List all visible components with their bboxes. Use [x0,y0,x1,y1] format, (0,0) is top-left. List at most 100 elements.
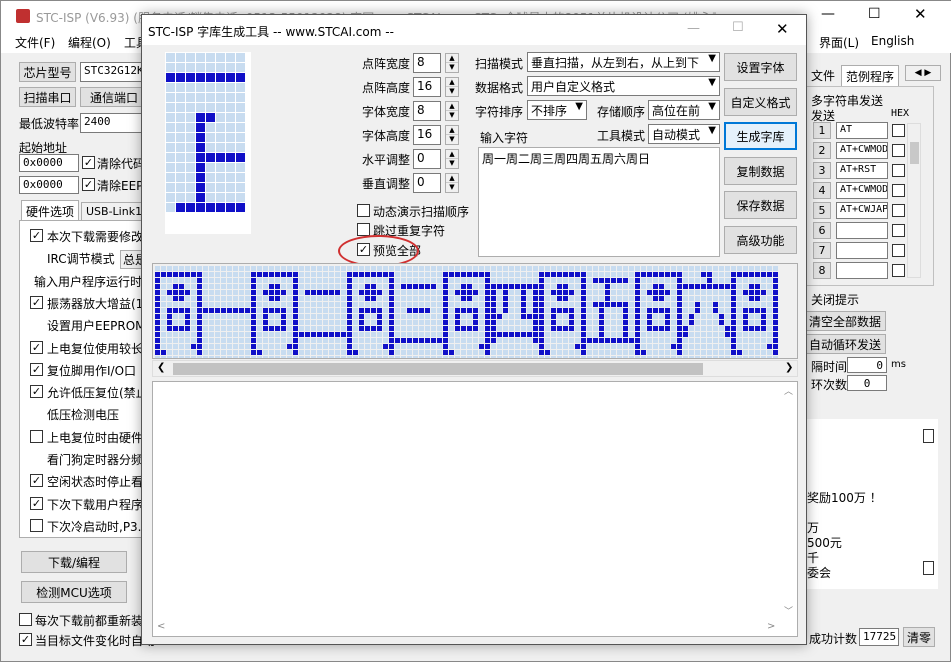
loop-field[interactable]: 0 [847,375,887,391]
scan-mode-select[interactable]: 垂直扫描，从左到右，从上到下 ▼ [527,52,720,72]
serial-send-button[interactable]: 7 [813,242,831,259]
menu-program[interactable]: 编程(O) [68,34,111,51]
serial-scrollbar[interactable] [907,123,921,278]
clear-eeprom-checkbox[interactable]: ✓ [82,178,95,191]
glyph-editor-grid[interactable] [165,52,251,234]
menu-interface[interactable]: 界面(L) [819,34,859,51]
spin-down-icon[interactable]: ▼ [446,159,458,168]
spin-up-icon[interactable]: ▲ [446,150,458,159]
serial-hex-checkbox[interactable] [892,184,905,197]
detect-mcu-button[interactable]: 检测MCU选项 [21,581,127,603]
option-checkbox[interactable]: ✓ [30,474,43,488]
dialog-maximize-button[interactable]: ☐ [732,20,744,35]
scroll-right-icon[interactable]: > [767,621,775,632]
serial-send-button[interactable]: 8 [813,262,831,279]
serial-string-field[interactable]: AT+CWMODE [836,142,888,159]
output-vscrollbar[interactable]: ︿ ﹀ [781,382,797,620]
serial-hex-checkbox[interactable] [892,164,905,177]
scroll-down-icon[interactable]: ﹀ [784,604,793,617]
serial-hex-checkbox[interactable] [892,224,905,237]
scan-port-button[interactable]: 扫描串口 [19,87,76,107]
spin-up-icon[interactable]: ▲ [446,126,458,135]
option-checkbox[interactable]: ✓ [30,362,43,376]
tool-mode-select[interactable]: 自动模式 ▼ [648,124,720,144]
address-field-2[interactable]: 0x0000 [19,176,79,194]
reload-checkbox[interactable] [19,613,32,626]
scroll-right-icon[interactable]: ❯ [785,362,793,373]
tab-scroll-arrows[interactable]: ◀ ▶ [905,65,941,81]
animate-scan-checkbox[interactable] [357,204,370,217]
field-input[interactable]: 0 [413,149,441,169]
tab-hardware[interactable]: 硬件选项 [21,200,80,222]
serial-send-button[interactable]: 3 [813,162,831,179]
spin-down-icon[interactable]: ▼ [446,63,458,72]
serial-send-button[interactable]: 1 [813,122,831,139]
interval-field[interactable]: 0 [847,357,887,373]
option-checkbox[interactable] [30,518,43,532]
main-close-button[interactable]: ✕ [914,5,927,23]
scroll-up-icon[interactable]: ︿ [784,384,793,397]
field-input[interactable]: 16 [413,77,441,97]
spin-down-icon[interactable]: ▼ [446,183,458,192]
copy-data-button[interactable]: 复制数据 [724,157,797,185]
option-checkbox[interactable]: ✓ [30,229,43,242]
scroll-left-icon[interactable]: < [157,621,165,632]
field-spinner[interactable]: ▲ ▼ [445,173,459,193]
chip-model-button[interactable]: 芯片型号 [19,62,76,82]
spin-up-icon[interactable]: ▲ [446,54,458,63]
spin-down-icon[interactable]: ▼ [446,87,458,96]
menu-file[interactable]: 文件(F) [15,34,55,51]
option-checkbox[interactable]: ✓ [30,340,43,354]
serial-hex-checkbox[interactable] [892,204,905,217]
serial-string-field[interactable] [836,222,888,239]
spin-down-icon[interactable]: ▼ [446,111,458,120]
char-sort-select[interactable]: 不排序 ▼ [527,100,587,120]
serial-send-button[interactable]: 6 [813,222,831,239]
field-input[interactable]: 16 [413,125,441,145]
set-font-button[interactable]: 设置字体 [724,53,797,81]
serial-string-field[interactable]: AT [836,122,888,139]
main-maximize-button[interactable]: ☐ [868,6,881,22]
custom-format-button[interactable]: 自定义格式 [724,88,797,116]
serial-string-field[interactable] [836,262,888,279]
spin-down-icon[interactable]: ▼ [446,135,458,144]
option-checkbox[interactable] [30,429,43,443]
storage-order-select[interactable]: 高位在前 ▼ [648,100,720,120]
promo-scroll-down[interactable] [923,561,934,575]
skip-repeat-checkbox[interactable] [357,223,370,236]
menu-english[interactable]: English [871,34,914,48]
tab-usb-link[interactable]: USB-Link1I [81,202,151,220]
serial-string-field[interactable]: AT+CWMODE [836,182,888,199]
output-data-area[interactable]: ︿ ﹀ < > [152,381,798,637]
field-spinner[interactable]: ▲ ▼ [445,77,459,97]
field-input[interactable]: 8 [413,101,441,121]
spin-up-icon[interactable]: ▲ [446,78,458,87]
option-checkbox[interactable]: ✓ [30,295,43,309]
advanced-button[interactable]: 高级功能 [724,226,797,254]
baud-field[interactable]: 2400 [80,113,148,133]
serial-hex-checkbox[interactable] [892,244,905,257]
field-input[interactable]: 0 [413,173,441,193]
clear-code-checkbox[interactable]: ✓ [82,156,95,169]
option-checkbox[interactable]: ✓ [30,496,43,510]
chip-model-field[interactable]: STC32G12K1 [80,62,148,82]
clear-all-button[interactable]: 清空全部数据 [806,311,886,331]
save-data-button[interactable]: 保存数据 [724,191,797,219]
tab-file[interactable]: 文件 [807,65,839,86]
spin-up-icon[interactable]: ▲ [446,174,458,183]
serial-hex-checkbox[interactable] [892,144,905,157]
download-program-button[interactable]: 下载/编程 [21,551,127,573]
generate-font-button[interactable]: 生成字库 [724,122,797,150]
auto-loop-button[interactable]: 自动循环发送 [806,334,886,354]
dialog-close-button[interactable]: ✕ [776,20,789,38]
dialog-minimize-button[interactable]: — [687,21,700,36]
serial-send-button[interactable]: 2 [813,142,831,159]
field-input[interactable]: 8 [413,53,441,73]
preview-scroll-thumb[interactable] [173,363,703,375]
reset-count-button[interactable]: 清零 [903,627,935,647]
spin-up-icon[interactable]: ▲ [446,102,458,111]
serial-string-field[interactable]: AT+CWJAP [836,202,888,219]
field-spinner[interactable]: ▲ ▼ [445,149,459,169]
promo-scroll-up[interactable] [923,429,934,443]
serial-send-button[interactable]: 5 [813,202,831,219]
